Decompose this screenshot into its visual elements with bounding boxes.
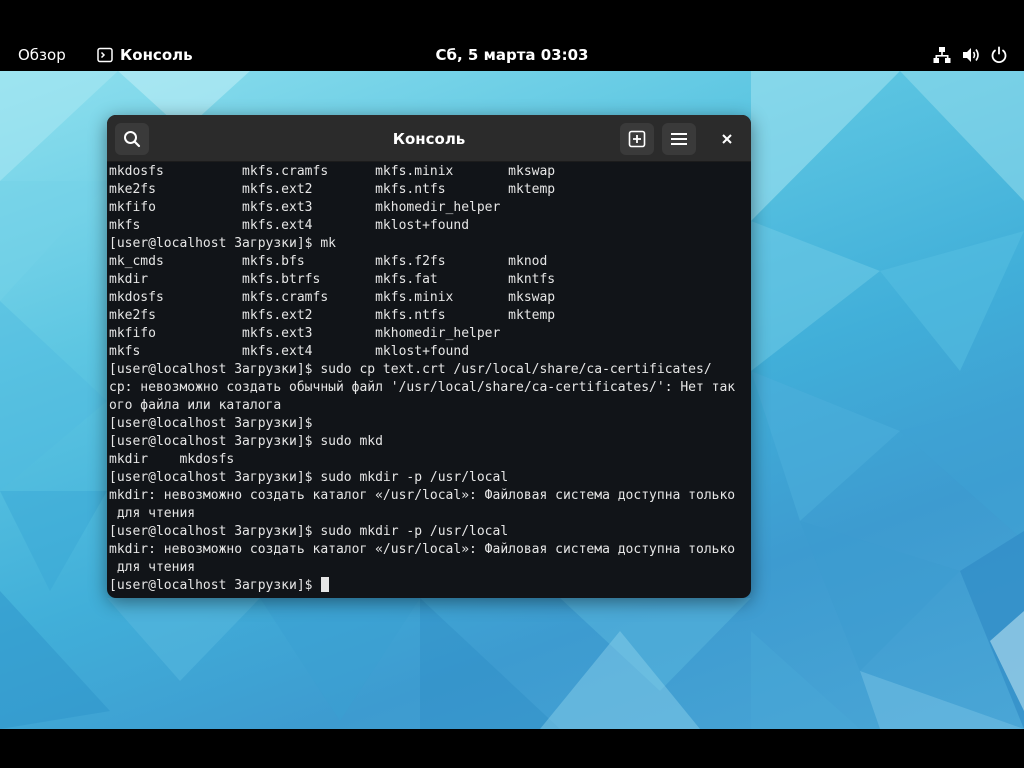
- terminal-line: mkdir: невозможно создать каталог «/usr/…: [109, 542, 736, 557]
- terminal-line: mkfs mkfs.ext4 mklost+found: [109, 218, 470, 233]
- window-title: Консоль: [392, 130, 466, 148]
- network-wired-icon[interactable]: [933, 45, 951, 65]
- close-button[interactable]: [716, 128, 738, 150]
- terminal-line: mk_cmds mkfs.bfs mkfs.f2fs mknod: [109, 254, 548, 269]
- terminal-output[interactable]: mkdosfs mkfs.cramfs mkfs.minix mkswap mke…: [109, 163, 749, 596]
- hamburger-menu-icon: [671, 133, 687, 145]
- terminal-line: [user@localhost Загрузки]$ sudo cp text.…: [109, 362, 712, 377]
- search-button[interactable]: [115, 123, 149, 155]
- app-menu-button[interactable]: Консоль: [97, 45, 193, 65]
- terminal-line: mkdosfs mkfs.cramfs mkfs.minix mkswap: [109, 164, 556, 179]
- terminal-icon: [97, 47, 113, 63]
- new-tab-button[interactable]: [620, 123, 654, 155]
- close-icon: [722, 134, 732, 144]
- new-tab-icon: [628, 130, 646, 148]
- terminal-line: mkdir mkdosfs: [109, 452, 235, 467]
- terminal-window[interactable]: Консоль mkdosfs mkfs.cramfs mkfs.minix m…: [107, 115, 751, 598]
- clock[interactable]: Сб, 5 марта 03:03: [436, 46, 589, 64]
- terminal-headerbar[interactable]: Консоль: [107, 115, 751, 162]
- power-icon[interactable]: [990, 45, 1008, 65]
- terminal-line: mkdir mkfs.btrfs mkfs.fat mkntfs: [109, 272, 556, 287]
- top-bar: Обзор Консоль Сб, 5 марта 03:03: [0, 0, 1024, 71]
- terminal-line: mkdir: невозможно создать каталог «/usr/…: [109, 488, 736, 503]
- terminal-line: cp: невозможно создать обычный файл '/us…: [109, 380, 736, 395]
- search-icon: [124, 131, 141, 148]
- menu-button[interactable]: [662, 123, 696, 155]
- text-cursor: [321, 577, 330, 592]
- terminal-line: для чтения: [109, 560, 196, 575]
- terminal-line: ого файла или каталога: [109, 398, 282, 413]
- terminal-line: [user@localhost Загрузки]$ sudo mkdir -p…: [109, 470, 509, 485]
- terminal-line: mkfs mkfs.ext4 mklost+found: [109, 344, 470, 359]
- terminal-line: mkfifo mkfs.ext3 mkhomedir_helper: [109, 200, 501, 215]
- terminal-line: [user@localhost Загрузки]$ sudo mkdir -p…: [109, 524, 509, 539]
- terminal-line: [user@localhost Загрузки]$ sudo mkd: [109, 434, 383, 449]
- terminal-line: mke2fs mkfs.ext2 mkfs.ntfs mktemp: [109, 182, 556, 197]
- activities-button[interactable]: Обзор: [18, 45, 66, 65]
- terminal-line: [user@localhost Загрузки]$: [109, 416, 313, 431]
- terminal-line: mkfifo mkfs.ext3 mkhomedir_helper: [109, 326, 501, 341]
- volume-icon[interactable]: [961, 45, 981, 65]
- terminal-line: [user@localhost Загрузки]$: [109, 577, 749, 595]
- terminal-line: mke2fs mkfs.ext2 mkfs.ntfs mktemp: [109, 308, 556, 323]
- app-menu-label: Консоль: [120, 46, 193, 64]
- terminal-line: [user@localhost Загрузки]$ mk: [109, 236, 336, 251]
- terminal-line: mkdosfs mkfs.cramfs mkfs.minix mkswap: [109, 290, 556, 305]
- bottom-black-bar: [0, 729, 1024, 768]
- terminal-line: для чтения: [109, 506, 196, 521]
